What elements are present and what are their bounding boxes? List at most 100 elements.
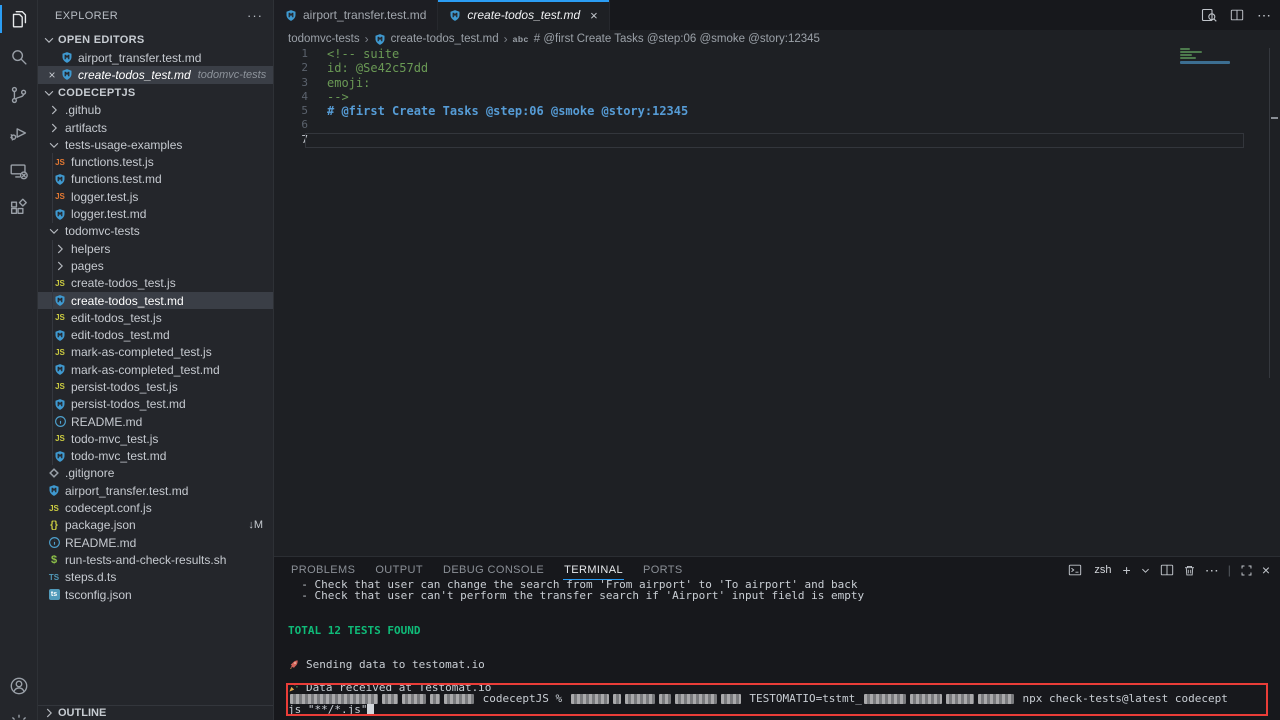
open-editors-list: airport_transfer.test.md × create-todos_… [38,49,273,84]
redacted-text [402,694,426,704]
redacted-text [910,694,942,704]
tree-file[interactable]: $run-tests-and-check-results.sh [38,551,273,568]
tree-folder[interactable]: todomvc-tests [38,223,273,240]
markdown-test-file-icon [374,33,386,46]
activitybar-remote-explorer-icon[interactable] [0,152,38,190]
file-type-icon: JS [52,192,68,201]
terminal-output[interactable]: - Check that user can change the search … [274,579,1280,720]
activitybar-source-control-icon[interactable] [0,76,38,114]
rocket-emoji [288,659,301,670]
tree-file[interactable]: JSfunctions.test.js [38,153,273,170]
editor-tab[interactable]: create-todos_test.md × [438,0,609,30]
tree-file[interactable]: tstsconfig.json [38,586,273,603]
tree-file[interactable]: persist-todos_test.md [38,396,273,413]
code-line[interactable]: 1 <!-- suite [274,48,1280,61]
file-type-icon [52,398,68,411]
close-icon[interactable]: × [45,68,59,82]
tree-folder[interactable]: tests-usage-examples [38,136,273,153]
file-type-icon [52,415,68,428]
terminal-shell-icon [1068,563,1082,577]
file-type-icon [52,450,68,463]
tree-folder[interactable]: .github [38,102,273,119]
outline-section-header[interactable]: OUTLINE [38,705,273,720]
activitybar-explorer-icon[interactable] [0,0,38,38]
terminal-line [274,636,1280,647]
terminal-cursor [367,704,374,715]
tree-file[interactable]: README.md [38,534,273,551]
tree-file[interactable]: README.md [38,413,273,430]
file-type-icon [52,294,68,307]
code-line[interactable]: 5 # @first Create Tasks @step:06 @smoke … [274,104,1280,118]
minimap[interactable] [1176,48,1232,118]
file-type-icon: ts [46,589,62,600]
terminal-prompt-line: js "**/*.js" [274,704,1280,715]
chevron-down-icon [42,33,56,47]
split-editor-icon[interactable] [1230,8,1244,22]
code-line[interactable]: 3 emoji: [274,76,1280,90]
editor-tab[interactable]: airport_transfer.test.md [274,0,438,30]
tree-file[interactable]: JSpersist-todos_test.js [38,378,273,395]
open-editor-item[interactable]: airport_transfer.test.md [38,49,273,66]
file-type-icon: JS [52,313,68,322]
tree-file[interactable]: TSsteps.d.ts [38,569,273,586]
activitybar-run-and-debug-icon[interactable] [0,114,38,152]
terminal-line: - Check that user can't perform the tran… [274,590,1280,601]
code-line[interactable]: 4 --> [274,90,1280,104]
maximize-panel-icon[interactable] [1240,564,1253,577]
more-actions-icon[interactable]: ⋯ [1257,7,1272,24]
file-type-icon [46,536,62,549]
tree-folder[interactable]: pages [38,257,273,274]
terminal-more-actions-icon[interactable]: ⋯ [1205,563,1219,577]
kill-terminal-icon[interactable] [1183,564,1196,577]
tree-file[interactable]: .gitignore [38,465,273,482]
tree-file[interactable]: JStodo-mvc_test.js [38,430,273,447]
code-editor[interactable]: 1 <!-- suite 2 id: @Se42c57dd 3 emoji: 4… [274,48,1280,556]
open-preview-icon[interactable] [1201,7,1217,23]
breadcrumb-separator: › [504,32,508,46]
tree-file[interactable]: JScreate-todos_test.js [38,275,273,292]
launch-profile-chevron-icon[interactable] [1140,565,1151,576]
breadcrumb-item[interactable]: create-todos_test.md [391,33,499,45]
tree-file[interactable]: create-todos_test.md [38,292,273,309]
chevron-right-icon [42,706,56,720]
project-section-header[interactable]: CODECEPTJS [38,84,273,102]
tree-file[interactable]: functions.test.md [38,171,273,188]
split-terminal-icon[interactable] [1160,563,1174,577]
breadcrumb-item[interactable]: todomvc-tests [288,33,360,45]
redacted-text [613,694,621,704]
breadcrumb-item[interactable]: # @first Create Tasks @step:06 @smoke @s… [534,33,820,45]
tree-file[interactable]: airport_transfer.test.md [38,482,273,499]
tree-file[interactable]: JSedit-todos_test.js [38,309,273,326]
breadcrumb[interactable]: todomvc-tests›create-todos_test.md›abc# … [274,30,1280,48]
redacted-text [864,694,906,704]
activitybar-extensions-icon[interactable] [0,190,38,228]
redacted-text [290,694,378,704]
new-terminal-icon[interactable]: + [1123,563,1131,577]
symbol-text-icon: abc [513,34,529,44]
tree-file[interactable]: todo-mvc_test.md [38,448,273,465]
close-tab-icon[interactable]: × [590,8,598,23]
sidebar-more-actions-icon[interactable]: ··· [247,8,263,23]
tree-file[interactable]: JSlogger.test.js [38,188,273,205]
activitybar-settings-gear-icon[interactable] [0,705,38,720]
tree-file[interactable]: JSmark-as-completed_test.js [38,344,273,361]
tree-file[interactable]: {}package.json ↓M [38,517,273,534]
tree-file[interactable]: logger.test.md [38,205,273,222]
open-editors-section-header[interactable]: OPEN EDITORS [38,31,273,49]
tree-file[interactable]: edit-todos_test.md [38,326,273,343]
code-line[interactable]: 7 [274,133,1280,147]
tree-folder[interactable]: helpers [38,240,273,257]
activitybar-search-icon[interactable] [0,38,38,76]
sidebar-title: EXPLORER [55,10,118,22]
activitybar-account-icon[interactable] [0,667,38,705]
redacted-text [721,694,741,704]
file-type-icon [46,467,62,479]
open-editors-label: OPEN EDITORS [58,34,145,46]
open-editor-item[interactable]: × create-todos_test.md todomvc-tests [38,66,273,83]
code-line[interactable]: 2 id: @Se42c57dd [274,61,1280,75]
code-line[interactable]: 6 [274,118,1280,132]
close-panel-icon[interactable]: × [1262,563,1270,577]
tree-file[interactable]: JScodecept.conf.js [38,499,273,516]
tree-folder[interactable]: artifacts [38,119,273,136]
tree-file[interactable]: mark-as-completed_test.md [38,361,273,378]
